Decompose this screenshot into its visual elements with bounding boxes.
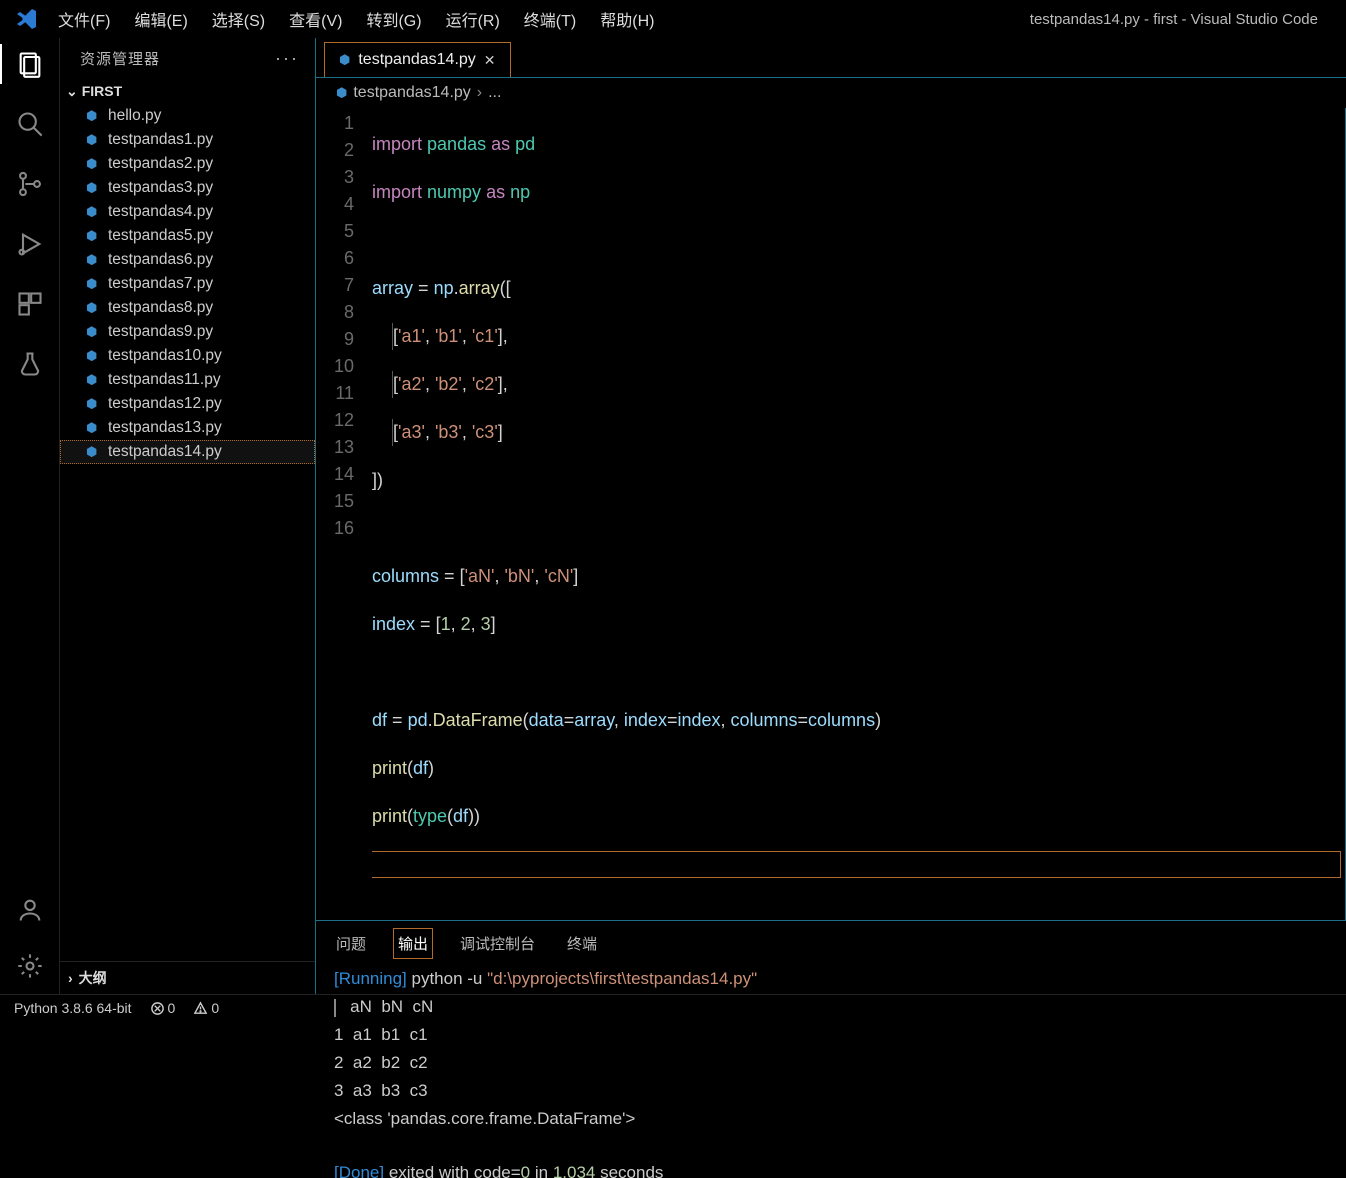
title-bar: 文件(F) 编辑(E) 选择(S) 查看(V) 转到(G) 运行(R) 终端(T… (0, 0, 1346, 38)
file-item[interactable]: ⬢ testpandas8.py (60, 296, 315, 320)
python-file-icon: ⬢ (86, 108, 100, 124)
outline-section[interactable]: 大纲 (60, 961, 315, 994)
menu-select[interactable]: 选择(S) (202, 3, 275, 35)
account-icon[interactable] (16, 896, 44, 924)
panel-tab-output[interactable]: 输出 (396, 931, 430, 956)
python-file-icon: ⬢ (86, 252, 100, 268)
file-name: testpandas6.py (108, 251, 213, 269)
file-name: testpandas11.py (108, 371, 221, 389)
python-file-icon: ⬢ (86, 372, 100, 388)
tab-active[interactable]: ⬢ testpandas14.py ✕ (324, 42, 511, 77)
bottom-panel: 问题 输出 调试控制台 终端 [Running] python -u "d:\p… (316, 920, 1346, 1178)
explorer-icon[interactable] (16, 50, 44, 78)
file-item[interactable]: ⬢ testpandas1.py (60, 128, 315, 152)
file-name: testpandas8.py (108, 299, 213, 317)
run-debug-icon[interactable] (16, 230, 44, 258)
file-item[interactable]: ⬢ testpandas11.py (60, 368, 315, 392)
extensions-icon[interactable] (16, 290, 44, 318)
breadcrumb[interactable]: ⬢ testpandas14.py › ... (316, 78, 1346, 108)
python-file-icon: ⬢ (86, 276, 100, 292)
python-file-icon: ⬢ (86, 300, 100, 316)
file-item[interactable]: ⬢ testpandas6.py (60, 248, 315, 272)
panel-tabs: 问题 输出 调试控制台 终端 (316, 921, 1346, 962)
file-name: testpandas12.py (108, 395, 222, 413)
breadcrumb-rest: ... (488, 84, 501, 102)
panel-tab-terminal[interactable]: 终端 (565, 931, 599, 956)
window-title: testpandas14.py - first - Visual Studio … (664, 11, 1338, 28)
python-file-icon: ⬢ (339, 52, 350, 68)
file-name: testpandas2.py (108, 155, 213, 173)
menu-edit[interactable]: 编辑(E) (124, 3, 197, 35)
python-file-icon: ⬢ (86, 444, 100, 460)
code-editor[interactable]: 12345678910111213141516 import pandas as… (316, 108, 1346, 920)
python-file-icon: ⬢ (86, 204, 100, 220)
python-file-icon: ⬢ (86, 180, 100, 196)
file-item[interactable]: ⬢ testpandas14.py (60, 440, 315, 464)
file-item[interactable]: ⬢ testpandas4.py (60, 200, 315, 224)
explorer-more-icon[interactable]: ··· (275, 48, 299, 69)
file-item[interactable]: ⬢ testpandas10.py (60, 344, 315, 368)
chevron-right-icon: › (477, 84, 482, 102)
code-content[interactable]: import pandas as pd import numpy as np a… (372, 110, 1345, 920)
file-list: ⬢hello.py⬢testpandas1.py⬢testpandas2.py⬢… (60, 104, 315, 961)
file-name: hello.py (108, 107, 161, 125)
panel-output[interactable]: [Running] python -u "d:\pyprojects\first… (316, 962, 1346, 1178)
menu-bar: 文件(F) 编辑(E) 选择(S) 查看(V) 转到(G) 运行(R) 终端(T… (48, 3, 664, 35)
python-file-icon: ⬢ (86, 156, 100, 172)
python-file-icon: ⬢ (86, 132, 100, 148)
file-name: testpandas10.py (108, 347, 222, 365)
panel-tab-problems[interactable]: 问题 (334, 931, 368, 956)
python-file-icon: ⬢ (336, 85, 347, 101)
menu-run[interactable]: 运行(R) (436, 3, 510, 35)
status-errors[interactable]: 0 (150, 1000, 176, 1017)
file-item[interactable]: ⬢ testpandas12.py (60, 392, 315, 416)
file-item[interactable]: ⬢ testpandas13.py (60, 416, 315, 440)
file-item[interactable]: ⬢ hello.py (60, 104, 315, 128)
python-file-icon: ⬢ (86, 324, 100, 340)
editor-area: ⬢ testpandas14.py ✕ ⬢ testpandas14.py › … (316, 38, 1346, 994)
file-item[interactable]: ⬢ testpandas5.py (60, 224, 315, 248)
file-name: testpandas14.py (108, 443, 222, 461)
menu-go[interactable]: 转到(G) (356, 3, 431, 35)
search-icon[interactable] (16, 110, 44, 138)
tab-label: testpandas14.py (358, 51, 475, 69)
editor-tabs: ⬢ testpandas14.py ✕ (316, 38, 1346, 78)
file-name: testpandas13.py (108, 419, 222, 437)
file-item[interactable]: ⬢ testpandas9.py (60, 320, 315, 344)
breadcrumb-file: testpandas14.py (353, 84, 470, 102)
menu-help[interactable]: 帮助(H) (590, 3, 664, 35)
status-python[interactable]: Python 3.8.6 64-bit (14, 1000, 132, 1016)
explorer-sidebar: 资源管理器 ··· FIRST ⬢ hello.py ⬢ testpandas1.py… (60, 38, 316, 994)
menu-terminal[interactable]: 终端(T) (514, 3, 586, 35)
file-name: testpandas7.py (108, 275, 213, 293)
file-item[interactable]: ⬢ testpandas7.py (60, 272, 315, 296)
settings-gear-icon[interactable] (16, 952, 44, 980)
folder-header[interactable]: FIRST (60, 79, 315, 104)
testing-icon[interactable] (16, 350, 44, 378)
menu-file[interactable]: 文件(F) (48, 3, 120, 35)
file-name: testpandas9.py (108, 323, 213, 341)
python-file-icon: ⬢ (86, 420, 100, 436)
file-name: testpandas5.py (108, 227, 213, 245)
vscode-logo-icon (14, 7, 38, 31)
file-name: testpandas3.py (108, 179, 213, 197)
python-file-icon: ⬢ (86, 228, 100, 244)
source-control-icon[interactable] (16, 170, 44, 198)
panel-tab-debug-console[interactable]: 调试控制台 (458, 931, 537, 956)
file-item[interactable]: ⬢ testpandas3.py (60, 176, 315, 200)
python-file-icon: ⬢ (86, 396, 100, 412)
file-item[interactable]: ⬢ testpandas2.py (60, 152, 315, 176)
explorer-title: 资源管理器 (80, 48, 160, 69)
status-warnings[interactable]: 0 (193, 1000, 219, 1017)
python-file-icon: ⬢ (86, 348, 100, 364)
file-name: testpandas4.py (108, 203, 213, 221)
activity-bar (0, 38, 60, 994)
file-name: testpandas1.py (108, 131, 213, 149)
tab-close-icon[interactable]: ✕ (484, 52, 496, 69)
menu-view[interactable]: 查看(V) (279, 3, 352, 35)
line-number-gutter: 12345678910111213141516 (316, 110, 372, 920)
